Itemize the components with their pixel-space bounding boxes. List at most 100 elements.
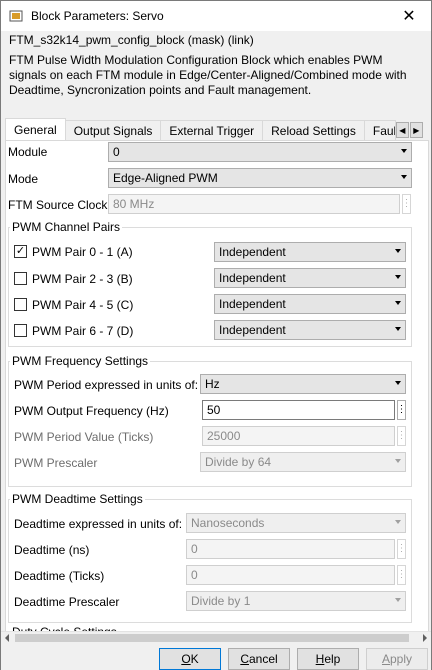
chevron-down-icon xyxy=(401,149,407,153)
chevron-down-icon xyxy=(395,520,401,524)
tab-bar: General Output Signals External Trigger … xyxy=(5,118,429,141)
general-tab-panel: Module 0 Mode Edge-Aligned PWM FTM Sourc… xyxy=(5,141,429,635)
period-units-label: PWM Period expressed in units of: xyxy=(14,378,199,392)
chevron-down-icon xyxy=(395,381,401,385)
source-clock-value: 80 MHz xyxy=(113,197,155,211)
module-select[interactable]: 0 xyxy=(108,142,412,162)
pair-c-mode-select[interactable]: Independent xyxy=(214,294,406,314)
pair-a-checkbox[interactable]: ✓ xyxy=(14,245,27,258)
apply-label: pply xyxy=(390,652,413,666)
deadtime-ticks-value: 0 xyxy=(191,568,198,582)
pair-b-checkbox[interactable] xyxy=(14,272,27,285)
deadtime-ns-value: 0 xyxy=(191,542,198,556)
scroll-left-icon[interactable] xyxy=(5,634,9,642)
prescaler-select: Divide by 64 xyxy=(200,452,406,472)
deadtime-prescaler-value: Divide by 1 xyxy=(191,594,251,608)
period-units-select[interactable]: Hz xyxy=(200,374,406,394)
pair-d-mode-value: Independent xyxy=(219,323,286,337)
mode-select[interactable]: Edge-Aligned PWM xyxy=(108,168,412,188)
frequency-title: PWM Frequency Settings xyxy=(10,354,151,368)
module-label: Module xyxy=(8,145,48,159)
help-mnemonic: H xyxy=(315,652,325,666)
deadtime-ns-field: 0 xyxy=(186,539,395,559)
deadtime-prescaler-select: Divide by 1 xyxy=(186,591,406,611)
horizontal-scrollbar[interactable] xyxy=(1,631,431,643)
apply-mnemonic: A xyxy=(381,652,390,666)
pair-d-mode-select[interactable]: Independent xyxy=(214,320,406,340)
pair-c-checkbox[interactable] xyxy=(14,298,27,311)
help-button[interactable]: Help xyxy=(297,648,359,670)
channel-pairs-title: PWM Channel Pairs xyxy=(10,220,123,234)
apply-button: Apply xyxy=(366,648,428,670)
cancel-label: ancel xyxy=(248,652,278,666)
output-frequency-more-icon[interactable]: ⋮ xyxy=(397,400,407,420)
pair-b-label: PWM Pair 2 - 3 (B) xyxy=(32,272,133,286)
cancel-button[interactable]: Cancel xyxy=(228,648,290,670)
period-value-value: 25000 xyxy=(207,429,241,443)
pair-c-label: PWM Pair 4 - 5 (C) xyxy=(32,298,134,312)
output-frequency-input[interactable]: 50 xyxy=(202,400,395,420)
output-frequency-value: 50 xyxy=(207,403,221,417)
chevron-down-icon xyxy=(395,327,401,331)
scroll-right-icon[interactable] xyxy=(423,634,427,642)
help-label: elp xyxy=(324,652,341,666)
period-value-field: 25000 xyxy=(202,426,395,446)
tab-general[interactable]: General xyxy=(5,118,66,140)
block-description-area: FTM_s32k14_pwm_config_block (mask) (link… xyxy=(1,31,431,109)
tab-scroll-left-icon[interactable]: ◀ xyxy=(395,122,409,138)
deadtime-units-label: Deadtime expressed in units of: xyxy=(14,517,183,531)
deadtime-ticks-more-icon: ⋮ xyxy=(397,565,407,585)
deadtime-units-value: Nanoseconds xyxy=(191,516,265,530)
title-bar[interactable]: Block Parameters: Servo ✕ xyxy=(1,1,431,31)
pair-b-mode-select[interactable]: Independent xyxy=(214,268,406,288)
chevron-down-icon xyxy=(395,275,401,279)
source-clock-more-icon: ⋮ xyxy=(402,194,412,214)
ok-label: K xyxy=(190,652,199,666)
block-title: FTM_s32k14_pwm_config_block (mask) (link… xyxy=(9,33,254,47)
ok-button[interactable]: OK xyxy=(159,648,221,670)
prescaler-value: Divide by 64 xyxy=(205,455,272,469)
chevron-down-icon xyxy=(395,598,401,602)
scrollbar-thumb[interactable] xyxy=(15,634,409,642)
mode-value: Edge-Aligned PWM xyxy=(113,171,218,185)
block-description: FTM Pulse Width Modulation Configuration… xyxy=(9,53,407,97)
ok-mnemonic: O xyxy=(181,652,191,666)
window-title: Block Parameters: Servo xyxy=(31,9,164,23)
pair-a-label: PWM Pair 0 - 1 (A) xyxy=(32,245,133,259)
pair-c-mode-value: Independent xyxy=(219,297,286,311)
deadtime-ticks-label: Deadtime (Ticks) xyxy=(14,569,105,583)
check-icon: ✓ xyxy=(15,245,26,257)
period-value-label: PWM Period Value (Ticks) xyxy=(14,430,154,444)
chevron-down-icon xyxy=(395,459,401,463)
button-bar: OK Cancel Help Apply xyxy=(1,644,431,670)
deadtime-ns-label: Deadtime (ns) xyxy=(14,543,90,557)
deadtime-title: PWM Deadtime Settings xyxy=(10,492,145,506)
tab-scroll-right-icon[interactable]: ▶ xyxy=(409,122,423,138)
source-clock-field: 80 MHz xyxy=(108,194,400,214)
pair-d-checkbox[interactable] xyxy=(14,324,27,337)
source-clock-label: FTM Source Clock xyxy=(8,198,108,212)
prescaler-label: PWM Prescaler xyxy=(14,456,98,470)
pair-d-label: PWM Pair 6 - 7 (D) xyxy=(32,324,134,338)
simulink-block-icon xyxy=(9,10,23,22)
chevron-down-icon xyxy=(401,175,407,179)
cancel-mnemonic: C xyxy=(240,652,249,666)
output-frequency-label: PWM Output Frequency (Hz) xyxy=(14,404,169,418)
tab-external-trigger[interactable]: External Trigger xyxy=(160,120,264,140)
dialog-window: Block Parameters: Servo ✕ FTM_s32k14_pwm… xyxy=(0,0,432,670)
deadtime-ns-more-icon: ⋮ xyxy=(397,539,407,559)
close-icon[interactable]: ✕ xyxy=(387,1,431,31)
tab-reload-settings[interactable]: Reload Settings xyxy=(262,120,365,140)
chevron-down-icon xyxy=(395,301,401,305)
period-value-more-icon: ⋮ xyxy=(397,426,407,446)
module-value: 0 xyxy=(113,145,120,159)
mode-label: Mode xyxy=(8,172,39,186)
tab-output-signals[interactable]: Output Signals xyxy=(64,120,162,140)
tab-fault[interactable]: Fault xyxy=(363,120,396,140)
chevron-down-icon xyxy=(395,249,401,253)
deadtime-units-select: Nanoseconds xyxy=(186,513,406,533)
pair-a-mode-select[interactable]: Independent xyxy=(214,242,406,262)
period-units-value: Hz xyxy=(205,377,220,391)
pair-a-mode-value: Independent xyxy=(219,245,286,259)
pair-b-mode-value: Independent xyxy=(219,271,286,285)
